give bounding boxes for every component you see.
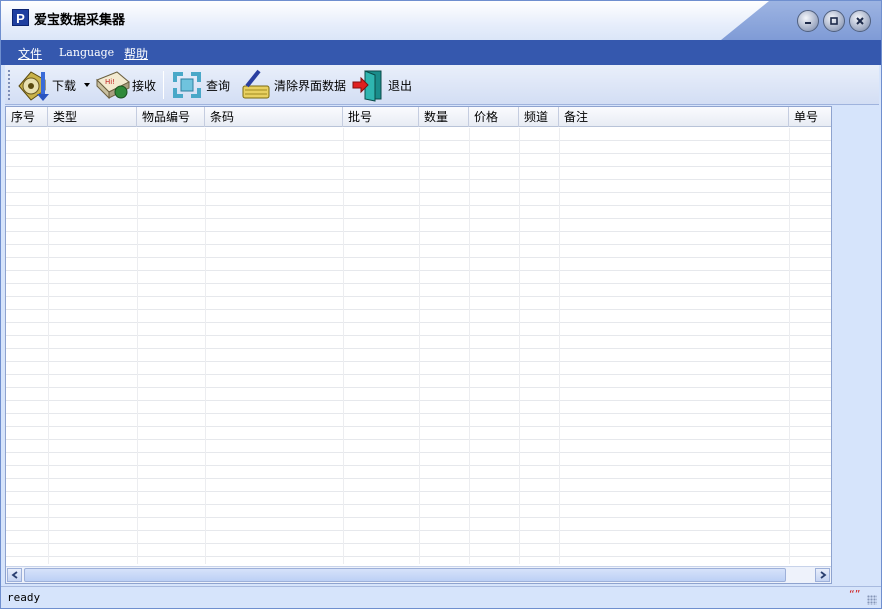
column-header-quantity[interactable]: 数量 [419, 107, 469, 127]
grid-divider [789, 128, 790, 564]
exit-button[interactable]: 退出 [351, 65, 412, 105]
exit-label: 退出 [388, 78, 413, 93]
window-controls [797, 10, 871, 32]
grid-divider [419, 128, 420, 564]
receive-button[interactable]: Hi! 接收 [95, 65, 156, 105]
minimize-icon [805, 22, 811, 24]
scroll-right-button[interactable] [815, 568, 830, 582]
grid-divider [469, 128, 470, 564]
column-header-barcode[interactable]: 条码 [205, 107, 343, 127]
status-indicator: “” [849, 588, 861, 601]
toolbar: 下载 Hi! 接收 查询 清除界面数据 退出 [5, 65, 879, 105]
toolbar-separator [163, 71, 164, 99]
scroll-thumb[interactable] [24, 568, 786, 582]
minimize-button[interactable] [797, 10, 819, 32]
resize-grip-icon[interactable] [867, 595, 877, 605]
download-label: 下载 [52, 78, 77, 93]
maximize-button[interactable] [823, 10, 845, 32]
query-button[interactable]: 查询 [169, 65, 230, 105]
chevron-right-icon [819, 571, 826, 579]
exit-door-icon [352, 70, 382, 102]
grid-divider [137, 128, 138, 564]
close-button[interactable] [849, 10, 871, 32]
title-bar[interactable]: P 爱宝数据采集器 [1, 1, 881, 40]
column-header-type[interactable]: 类型 [48, 107, 137, 127]
query-label: 查询 [206, 78, 231, 93]
column-header-batch[interactable]: 批号 [343, 107, 419, 127]
chevron-left-icon [11, 571, 18, 579]
data-grid[interactable]: 序号 类型 物品编号 条码 批号 数量 价格 频道 备注 单号 [5, 106, 832, 584]
close-icon [856, 17, 864, 25]
menu-language[interactable]: Language [59, 46, 114, 59]
broom-icon [242, 69, 270, 99]
column-header-price[interactable]: 价格 [469, 107, 519, 127]
toolbar-grip[interactable] [8, 70, 10, 100]
side-panel [832, 106, 879, 584]
maximize-icon [830, 17, 838, 25]
column-header-channel[interactable]: 频道 [519, 107, 559, 127]
receive-device-icon: Hi! [96, 71, 130, 100]
status-bar: ready “” [1, 586, 881, 608]
column-header-remark[interactable]: 备注 [559, 107, 789, 127]
download-button[interactable]: 下载 [15, 65, 91, 105]
query-arrows-icon [173, 72, 201, 98]
grid-divider [343, 128, 344, 564]
grid-divider [519, 128, 520, 564]
menu-bar: 文件 Language 帮助 [1, 40, 881, 65]
grid-header: 序号 类型 物品编号 条码 批号 数量 价格 频道 备注 单号 [6, 107, 831, 127]
app-logo-icon: P [12, 9, 29, 26]
svg-text:Hi!: Hi! [105, 78, 115, 86]
grid-divider [559, 128, 560, 564]
grid-divider [205, 128, 206, 564]
horizontal-scrollbar[interactable] [6, 566, 831, 583]
clear-data-label: 清除界面数据 [274, 78, 347, 93]
column-header-item-code[interactable]: 物品编号 [137, 107, 205, 127]
window-title: 爱宝数据采集器 [34, 13, 126, 28]
clear-data-button[interactable]: 清除界面数据 [237, 65, 346, 105]
menu-file[interactable]: 文件 [18, 45, 42, 62]
menu-help[interactable]: 帮助 [124, 45, 148, 62]
column-header-order-no[interactable]: 单号 [789, 107, 831, 127]
status-text: ready [7, 591, 41, 604]
download-disc-icon [18, 71, 49, 101]
grid-divider [48, 128, 49, 564]
scroll-left-button[interactable] [7, 568, 22, 582]
chevron-down-icon[interactable] [84, 83, 91, 87]
column-header-index[interactable]: 序号 [6, 107, 48, 127]
app-window: P 爱宝数据采集器 文件 Language 帮助 下载 Hi! 接收 查询 清除… [0, 0, 882, 609]
receive-label: 接收 [132, 78, 157, 93]
